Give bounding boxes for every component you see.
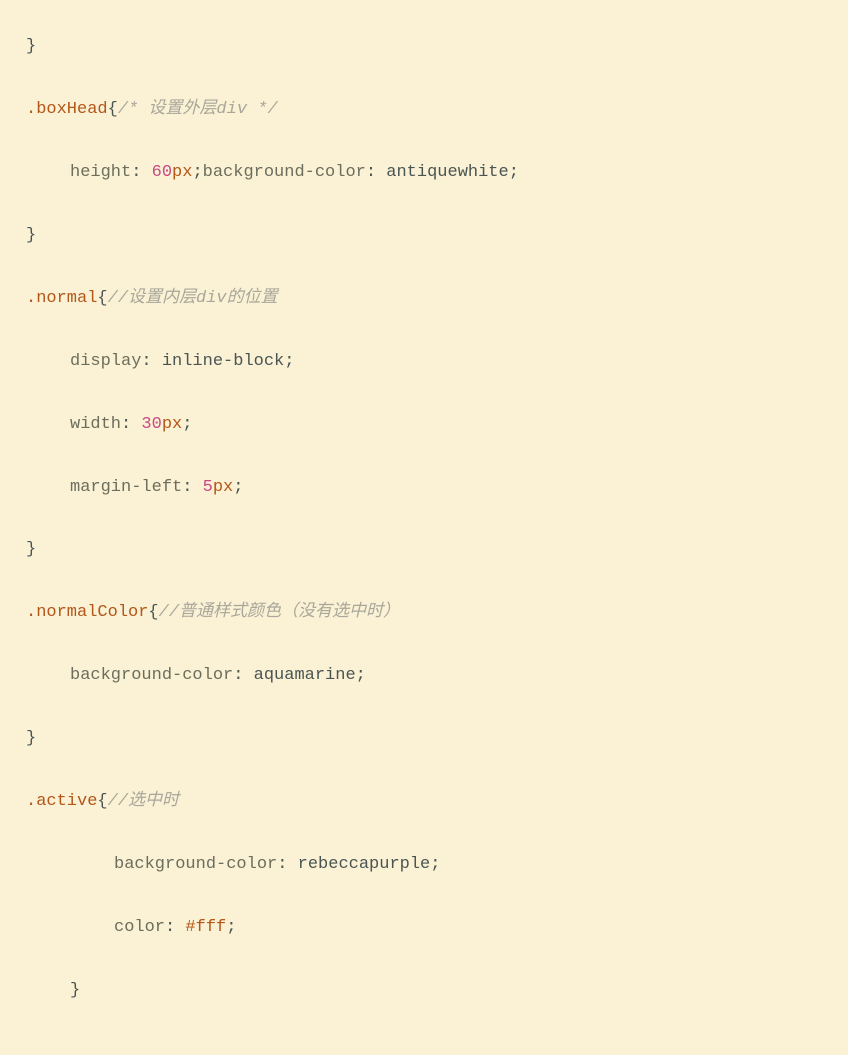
brace: { [97,289,107,308]
code-line: background-color: aquamarine; [18,660,830,691]
code-line: width: 30px; [18,409,830,440]
code-line: .normalColor{//普通样式颜色（没有选中时） [18,597,830,628]
brace: } [26,226,36,245]
code-line: } [18,31,830,62]
code-line: } [18,723,830,754]
code-line: .normal{//设置内层div的位置 [18,283,830,314]
semicolon: ; [192,163,202,182]
code-line: background-color: rebeccapurple; [18,849,830,880]
colon: : [131,163,141,182]
comment: /* 设置外层div */ [118,100,278,119]
code-line: .boxHead{/* 设置外层div */ [18,94,830,125]
brace: } [26,729,36,748]
colon: : [165,918,175,937]
value: inline-block [162,352,284,371]
semicolon: ; [430,855,440,874]
hex-value: #fff [185,918,226,937]
brace: { [97,792,107,811]
code-line: color: #fff; [18,912,830,943]
comment: //设置内层div的位置 [108,289,278,308]
comment: //选中时 [108,792,179,811]
code-line: margin-left: 5px; [18,472,830,503]
brace: } [26,37,36,56]
semicolon: ; [509,163,519,182]
code-line: } [18,220,830,251]
selector: .normal [26,289,97,308]
property: display [70,352,141,371]
selector: .boxHead [26,100,108,119]
code-line: } [18,975,830,1006]
brace: { [148,603,158,622]
colon: : [141,352,151,371]
code-line: height: 60px;background-color: antiquewh… [18,157,830,188]
value: antiquewhite [386,163,508,182]
code-line: .active{//选中时 [18,786,830,817]
selector: .normalColor [26,603,148,622]
comment: //普通样式颜色（没有选中时） [159,603,400,622]
unit: px [213,478,233,497]
code-line: } [18,534,830,565]
value: aquamarine [254,666,356,685]
property: margin-left [70,478,182,497]
brace: } [70,981,80,1000]
number: 60 [152,163,172,182]
code-line: display: inline-block; [18,346,830,377]
semicolon: ; [182,415,192,434]
colon: : [233,666,243,685]
property: background-color [203,163,366,182]
semicolon: ; [233,478,243,497]
brace: { [108,100,118,119]
semicolon: ; [226,918,236,937]
colon: : [366,163,376,182]
semicolon: ; [356,666,366,685]
colon: : [121,415,131,434]
number: 30 [141,415,161,434]
colon: : [277,855,287,874]
property: height [70,163,131,182]
property: background-color [114,855,277,874]
unit: px [162,415,182,434]
code-block: } .boxHead{/* 设置外层div */ height: 60px;ba… [0,0,848,1055]
property: color [114,918,165,937]
selector: .active [26,792,97,811]
semicolon: ; [284,352,294,371]
number: 5 [203,478,213,497]
colon: : [182,478,192,497]
property: width [70,415,121,434]
value: rebeccapurple [298,855,431,874]
brace: } [26,540,36,559]
unit: px [172,163,192,182]
property: background-color [70,666,233,685]
